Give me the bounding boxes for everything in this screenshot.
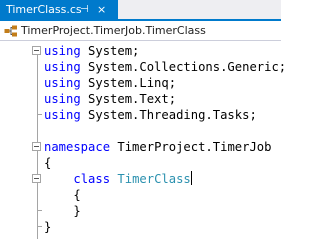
code-editor[interactable]: using System; using System.Collections.G… xyxy=(0,41,287,245)
code-line-2: using System.Collections.Generic; xyxy=(44,60,287,74)
code-line-3: using System.Linq; xyxy=(44,76,177,90)
code-line-10: { xyxy=(73,188,81,202)
close-icon[interactable]: × xyxy=(97,0,106,19)
code-line-5: using System.Threading.Tasks; xyxy=(0,107,281,123)
pin-icon[interactable]: ⊣ xyxy=(80,0,89,19)
collapse-toggle-namespace[interactable] xyxy=(32,142,41,151)
collapse-toggle-usings[interactable] xyxy=(32,46,41,55)
code-line-1: using System; xyxy=(0,43,281,59)
document-tab-strip: TimerClass.cs ⊣ × xyxy=(0,0,281,21)
code-line-11: } xyxy=(0,203,281,219)
collapse-toggle-class[interactable] xyxy=(32,174,41,183)
navigation-bar[interactable]: TimerProject.TimerJob.TimerClass xyxy=(0,21,281,41)
scope-dropdown[interactable]: TimerProject.TimerJob.TimerClass xyxy=(21,21,206,40)
code-line-12: } xyxy=(0,219,281,235)
tab-title: TimerClass.cs xyxy=(6,3,82,16)
class-icon xyxy=(4,25,17,37)
code-line-9: class TimerClass xyxy=(0,171,281,187)
class-name-token[interactable]: TimerClass xyxy=(117,172,190,186)
tab-timerclass-cs[interactable]: TimerClass.cs ⊣ × xyxy=(0,0,118,19)
code-line-4: using System.Text; xyxy=(44,92,177,106)
code-line-7: namespace TimerProject.TimerJob xyxy=(0,139,281,155)
text-caret xyxy=(190,171,192,185)
code-line-8: { xyxy=(44,156,52,170)
